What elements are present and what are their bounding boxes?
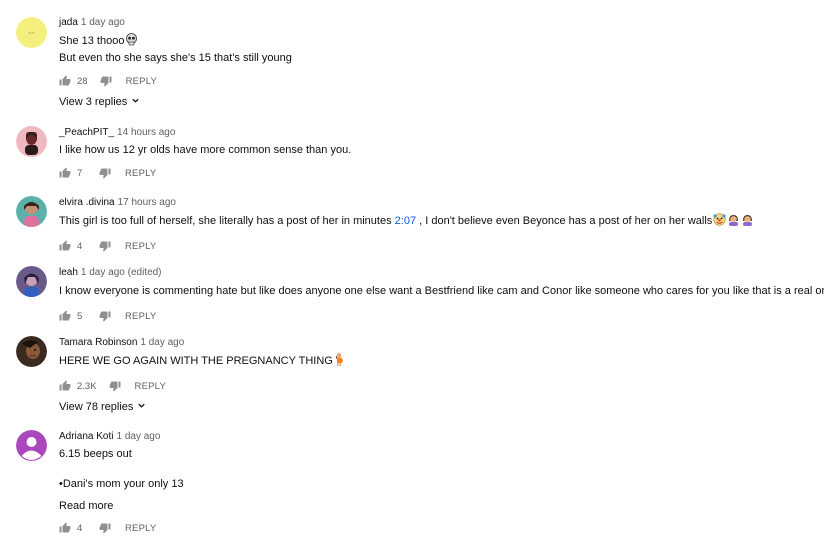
- woman-facepalming-emoji: [727, 213, 740, 231]
- reply-button[interactable]: REPLY: [126, 76, 157, 87]
- reply-button[interactable]: REPLY: [125, 168, 156, 179]
- like-count: 5: [77, 310, 83, 322]
- thumbs-down-icon[interactable]: [99, 522, 111, 534]
- comment-text-part: This girl is too full of herself, she li…: [59, 215, 395, 227]
- view-replies-label: View 78 replies: [59, 401, 134, 413]
- clown-emoji: [713, 213, 726, 231]
- comment-line: I know everyone is commenting hate but l…: [59, 285, 824, 297]
- comment-time[interactable]: 1 day ago (edited): [81, 267, 162, 278]
- comment-actions: 5 REPLY: [59, 308, 816, 324]
- comment-text: HERE WE GO AGAIN WITH THE PREGNANCY THIN…: [59, 353, 816, 371]
- comment-text: 6.15 beeps out •Dani's mom your only 13: [59, 447, 816, 492]
- comment-actions: 7 REPLY: [59, 165, 816, 181]
- thumbs-down-icon[interactable]: [99, 167, 111, 179]
- comment-time[interactable]: 14 hours ago: [117, 127, 175, 138]
- comment-actions: 4 REPLY: [59, 238, 816, 254]
- thumbs-up-icon[interactable]: [59, 167, 71, 179]
- avatar[interactable]: [16, 266, 47, 297]
- reply-button[interactable]: REPLY: [125, 241, 156, 252]
- comment-text-part: , I don't believe even Beyonce has a pos…: [416, 215, 713, 227]
- thumbs-up-icon[interactable]: [59, 240, 71, 252]
- comment-time[interactable]: 1 day ago: [116, 431, 160, 442]
- avatar[interactable]: [16, 430, 47, 461]
- comment-line: She 13 thooo: [59, 35, 125, 47]
- comment-text: I know everyone is commenting hate but l…: [59, 283, 824, 301]
- like-count: 4: [77, 522, 83, 534]
- comment-line: 6.15 beeps out: [59, 448, 132, 460]
- chevron-down-icon: [131, 95, 140, 109]
- comment-author[interactable]: Adriana Koti: [59, 431, 113, 442]
- comment-line: But even tho she says she's 15 that's st…: [59, 52, 292, 64]
- comment-author[interactable]: jada: [59, 17, 78, 28]
- comment-line: HERE WE GO AGAIN WITH THE PREGNANCY THIN…: [59, 355, 333, 367]
- avatar[interactable]: [16, 336, 47, 367]
- comment-time[interactable]: 1 day ago: [140, 337, 184, 348]
- comment-line: I like how us 12 yr olds have more commo…: [59, 144, 352, 156]
- avatar[interactable]: ~~: [16, 17, 47, 48]
- like-count: 7: [77, 167, 83, 179]
- comment-author[interactable]: Tamara Robinson: [59, 337, 137, 348]
- comment-author[interactable]: elvira .divina: [59, 197, 115, 208]
- timestamp-link[interactable]: 2:07: [395, 215, 416, 227]
- view-replies-label: View 3 replies: [59, 96, 128, 108]
- like-count: 4: [77, 240, 83, 252]
- thumbs-down-icon[interactable]: [100, 75, 112, 87]
- thumbs-up-icon[interactable]: [59, 522, 71, 534]
- reply-button[interactable]: REPLY: [125, 311, 156, 322]
- thumbs-down-icon[interactable]: [109, 380, 121, 392]
- comment-text: She 13 thooo But even tho she says she's…: [59, 33, 816, 66]
- read-more-link[interactable]: Read more: [59, 500, 816, 512]
- comment-author[interactable]: leah: [59, 267, 78, 278]
- woman-facepalming-emoji: [741, 213, 754, 231]
- thumbs-down-icon[interactable]: [99, 310, 111, 322]
- svg-text:~~: ~~: [28, 31, 36, 37]
- thumbs-up-icon[interactable]: [59, 380, 71, 392]
- comment-time[interactable]: 17 hours ago: [118, 197, 176, 208]
- like-count: 2.3K: [77, 380, 97, 392]
- comment-actions: 4 REPLY: [59, 520, 816, 536]
- comment-line: •Dani's mom your only 13: [59, 478, 184, 490]
- pregnant-woman-emoji: [334, 353, 345, 371]
- comment-actions: 28 REPLY: [59, 73, 816, 89]
- thumbs-up-icon[interactable]: [59, 75, 71, 87]
- comment-actions: 2.3K REPLY: [59, 378, 816, 394]
- view-replies-button[interactable]: View 78 replies: [59, 400, 146, 414]
- thumbs-down-icon[interactable]: [99, 240, 111, 252]
- like-count: 28: [77, 75, 88, 87]
- chevron-down-icon: [137, 400, 146, 414]
- view-replies-button[interactable]: View 3 replies: [59, 95, 140, 109]
- comment-text: This girl is too full of herself, she li…: [59, 213, 816, 231]
- skull-emoji: [125, 33, 138, 51]
- avatar[interactable]: [16, 196, 47, 227]
- comment-time[interactable]: 1 day ago: [81, 17, 125, 28]
- reply-button[interactable]: REPLY: [125, 523, 156, 534]
- reply-button[interactable]: REPLY: [135, 381, 166, 392]
- thumbs-up-icon[interactable]: [59, 310, 71, 322]
- comment-text: I like how us 12 yr olds have more commo…: [59, 143, 816, 158]
- avatar[interactable]: [16, 126, 47, 157]
- comment-author[interactable]: _PeachPIT_: [59, 127, 114, 138]
